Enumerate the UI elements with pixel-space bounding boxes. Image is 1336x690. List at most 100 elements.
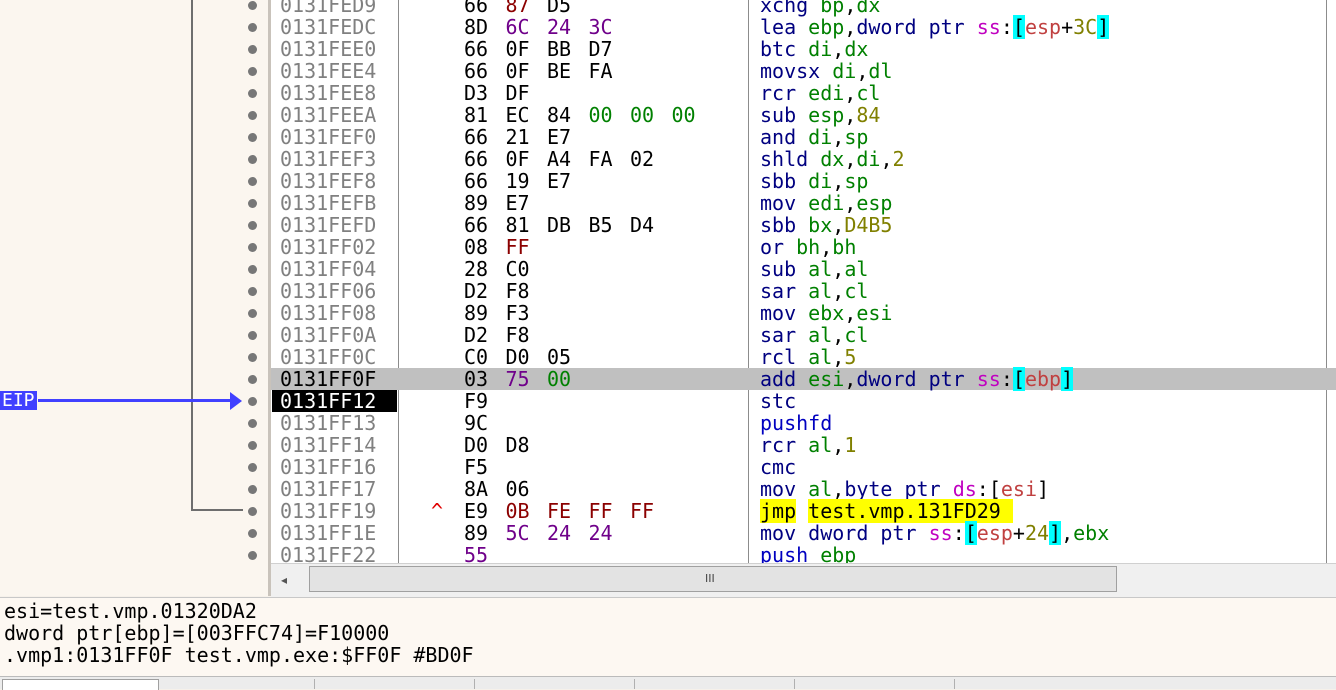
disassembly-text[interactable]: stc	[760, 390, 796, 412]
instruction-address[interactable]: 0131FED9	[280, 0, 376, 16]
instruction-row[interactable]: 0131FF14 D0 D8 rcr al,1	[271, 434, 1336, 456]
disassembly-listing[interactable]: 0131FED9 66 87 D5 xchg bp,dx 0131FEDC 8D 6C 24 3C…	[271, 0, 1336, 563]
breakpoint-dot-icon[interactable]	[248, 155, 257, 164]
disassembly-text[interactable]: xchg bp,dx	[760, 0, 880, 16]
disassembly-text[interactable]: lea ebp,dword ptr ss:[esp+3C]	[760, 15, 1110, 39]
breakpoint-dot-icon[interactable]	[248, 309, 257, 318]
breakpoint-dot-icon[interactable]	[248, 397, 257, 406]
disassembly-text[interactable]: sbb bx,D4B5	[760, 214, 892, 236]
breakpoint-dot-icon[interactable]	[248, 221, 257, 230]
disassembly-text[interactable]: cmc	[760, 456, 796, 478]
instruction-row[interactable]: 0131FEEA 81 EC 84 00 00 00 sub esp,84	[271, 104, 1336, 126]
instruction-row[interactable]: 0131FF08 89 F3 mov ebx,esi	[271, 302, 1336, 324]
disassembly-text[interactable]: pushfd	[760, 412, 832, 434]
instruction-address[interactable]: 0131FEE8	[280, 82, 376, 104]
instruction-row[interactable]: 0131FED9 66 87 D5 xchg bp,dx	[271, 0, 1336, 16]
instruction-row[interactable]: 0131FEFD 66 81 DB B5 D4 sbb bx,D4B5	[271, 214, 1336, 236]
breakpoint-dot-icon[interactable]	[248, 177, 257, 186]
disassembly-text[interactable]: mov al,byte ptr ds:[esi]	[760, 478, 1049, 500]
breakpoint-dot-icon[interactable]	[248, 67, 257, 76]
instruction-row[interactable]: 0131FF17 8A 06 mov al,byte ptr ds:[esi]	[271, 478, 1336, 500]
instruction-row[interactable]: 0131FF04 28 C0 sub al,al	[271, 258, 1336, 280]
disassembly-text[interactable]: jmp test.vmp.131FD29	[760, 499, 1013, 523]
instruction-address[interactable]: 0131FF0A	[280, 324, 376, 346]
instruction-address[interactable]: 0131FEE4	[280, 60, 376, 82]
breakpoint-dot-icon[interactable]	[248, 199, 257, 208]
breakpoint-dot-icon[interactable]	[248, 419, 257, 428]
breakpoint-dot-icon[interactable]	[248, 485, 257, 494]
instruction-address[interactable]: 0131FF1E	[280, 522, 376, 544]
disassembly-text[interactable]: rcr al,1	[760, 434, 856, 456]
instruction-row[interactable]: 0131FF1E 89 5C 24 24 mov dword ptr ss:[esp+24…	[271, 521, 1336, 545]
disassembly-text[interactable]: mov dword ptr ss:[esp+24],ebx	[760, 521, 1109, 545]
instruction-row[interactable]: 0131FEE4 66 0F BE FA movsx di,dl	[271, 60, 1336, 82]
disassembly-text[interactable]: mov edi,esp	[760, 192, 892, 214]
breakpoint-dot-icon[interactable]	[248, 375, 257, 384]
breakpoint-dot-icon[interactable]	[248, 243, 257, 252]
instruction-row[interactable]: 0131FF06 D2 F8 sar al,cl	[271, 280, 1336, 302]
instruction-address[interactable]: 0131FF17	[280, 478, 376, 500]
instruction-row[interactable]: 0131FF0F 03 75 00 add esi,dword ptr ss:[ebp]	[271, 367, 1336, 391]
instruction-row[interactable]: 0131FF13 9C pushfd	[271, 412, 1336, 434]
instruction-address[interactable]: 0131FF14	[280, 434, 376, 456]
disassembly-text[interactable]: rcl al,5	[760, 346, 856, 368]
instruction-address[interactable]: 0131FEF3	[280, 148, 376, 170]
branch-gutter[interactable]	[0, 0, 270, 596]
instruction-address[interactable]: 0131FF04	[280, 258, 376, 280]
breakpoint-dot-icon[interactable]	[248, 1, 257, 10]
instruction-address[interactable]: 0131FF0C	[280, 346, 376, 368]
breakpoint-dot-icon[interactable]	[248, 89, 257, 98]
breakpoint-dot-icon[interactable]	[248, 133, 257, 142]
instruction-row[interactable]: 0131FF22 55 push ebp	[271, 544, 1336, 563]
disassembly-text[interactable]: push ebp	[760, 544, 856, 563]
tab-active[interactable]	[2, 679, 159, 690]
instruction-row[interactable]: 0131FEE8 D3 DF rcr edi,cl	[271, 82, 1336, 104]
instruction-row[interactable]: 0131FEE0 66 0F BB D7 btc di,dx	[271, 38, 1336, 60]
scroll-left-arrow-icon[interactable]: ◂	[281, 573, 287, 587]
breakpoint-dot-icon[interactable]	[248, 111, 257, 120]
disassembly-text[interactable]: movsx di,dl	[760, 60, 893, 82]
breakpoint-dot-icon[interactable]	[248, 507, 257, 516]
scrollbar-thumb[interactable]: III	[309, 566, 1117, 592]
disassembly-text[interactable]: sub esp,84	[760, 104, 880, 126]
instruction-address[interactable]: 0131FF13	[280, 412, 376, 434]
instruction-address[interactable]: 0131FF06	[280, 280, 376, 302]
disassembly-text[interactable]: sar al,cl	[760, 324, 868, 346]
disassembly-text[interactable]: and di,sp	[760, 126, 868, 148]
breakpoint-dot-icon[interactable]	[248, 353, 257, 362]
breakpoint-dot-icon[interactable]	[248, 529, 257, 538]
disassembly-text[interactable]: shld dx,di,2	[760, 148, 905, 170]
breakpoint-dot-icon[interactable]	[248, 287, 257, 296]
instruction-address[interactable]: 0131FF08	[280, 302, 376, 324]
instruction-address[interactable]: 0131FF19	[280, 500, 376, 522]
disassembly-text[interactable]: or bh,bh	[760, 236, 856, 258]
instruction-address[interactable]: 0131FF12	[272, 390, 397, 412]
instruction-row[interactable]: 0131FF0C C0 D0 05 rcl al,5	[271, 346, 1336, 368]
instruction-row[interactable]: 0131FEF0 66 21 E7 and di,sp	[271, 126, 1336, 148]
instruction-row[interactable]: 0131FF02 08 FF or bh,bh	[271, 236, 1336, 258]
breakpoint-dot-icon[interactable]	[248, 331, 257, 340]
instruction-row[interactable]: 0131FF12 F9 stc	[271, 390, 1336, 412]
breakpoint-dot-icon[interactable]	[248, 23, 257, 32]
instruction-address[interactable]: 0131FEFD	[280, 214, 376, 236]
instruction-row[interactable]: 0131FEDC 8D 6C 24 3C lea ebp,dword ptr ss:[es…	[271, 15, 1336, 39]
instruction-row[interactable]: 0131FF19 ^ E9 0B FE FF FF jmp test.vmp.131FD29	[271, 499, 1336, 523]
instruction-address[interactable]: 0131FF0F	[280, 368, 376, 390]
disassembly-text[interactable]: sar al,cl	[760, 280, 868, 302]
disassembly-text[interactable]: mov ebx,esi	[760, 302, 892, 324]
disassembly-text[interactable]: btc di,dx	[760, 38, 868, 60]
instruction-address[interactable]: 0131FF16	[280, 456, 376, 478]
horizontal-scrollbar[interactable]: ◂ III	[271, 563, 1336, 597]
disassembly-text[interactable]: sbb di,sp	[760, 170, 868, 192]
breakpoint-dot-icon[interactable]	[248, 441, 257, 450]
breakpoint-dot-icon[interactable]	[248, 463, 257, 472]
instruction-row[interactable]: 0131FEFB 89 E7 mov edi,esp	[271, 192, 1336, 214]
instruction-address[interactable]: 0131FEFB	[280, 192, 376, 214]
breakpoint-dot-icon[interactable]	[248, 265, 257, 274]
instruction-row[interactable]: 0131FF0A D2 F8 sar al,cl	[271, 324, 1336, 346]
breakpoint-dot-icon[interactable]	[248, 551, 257, 560]
disassembly-text[interactable]: add esi,dword ptr ss:[ebp]	[760, 367, 1074, 391]
instruction-address[interactable]: 0131FEF0	[280, 126, 376, 148]
instruction-address[interactable]: 0131FEDC	[280, 16, 376, 38]
disassembly-text[interactable]: rcr edi,cl	[760, 82, 880, 104]
